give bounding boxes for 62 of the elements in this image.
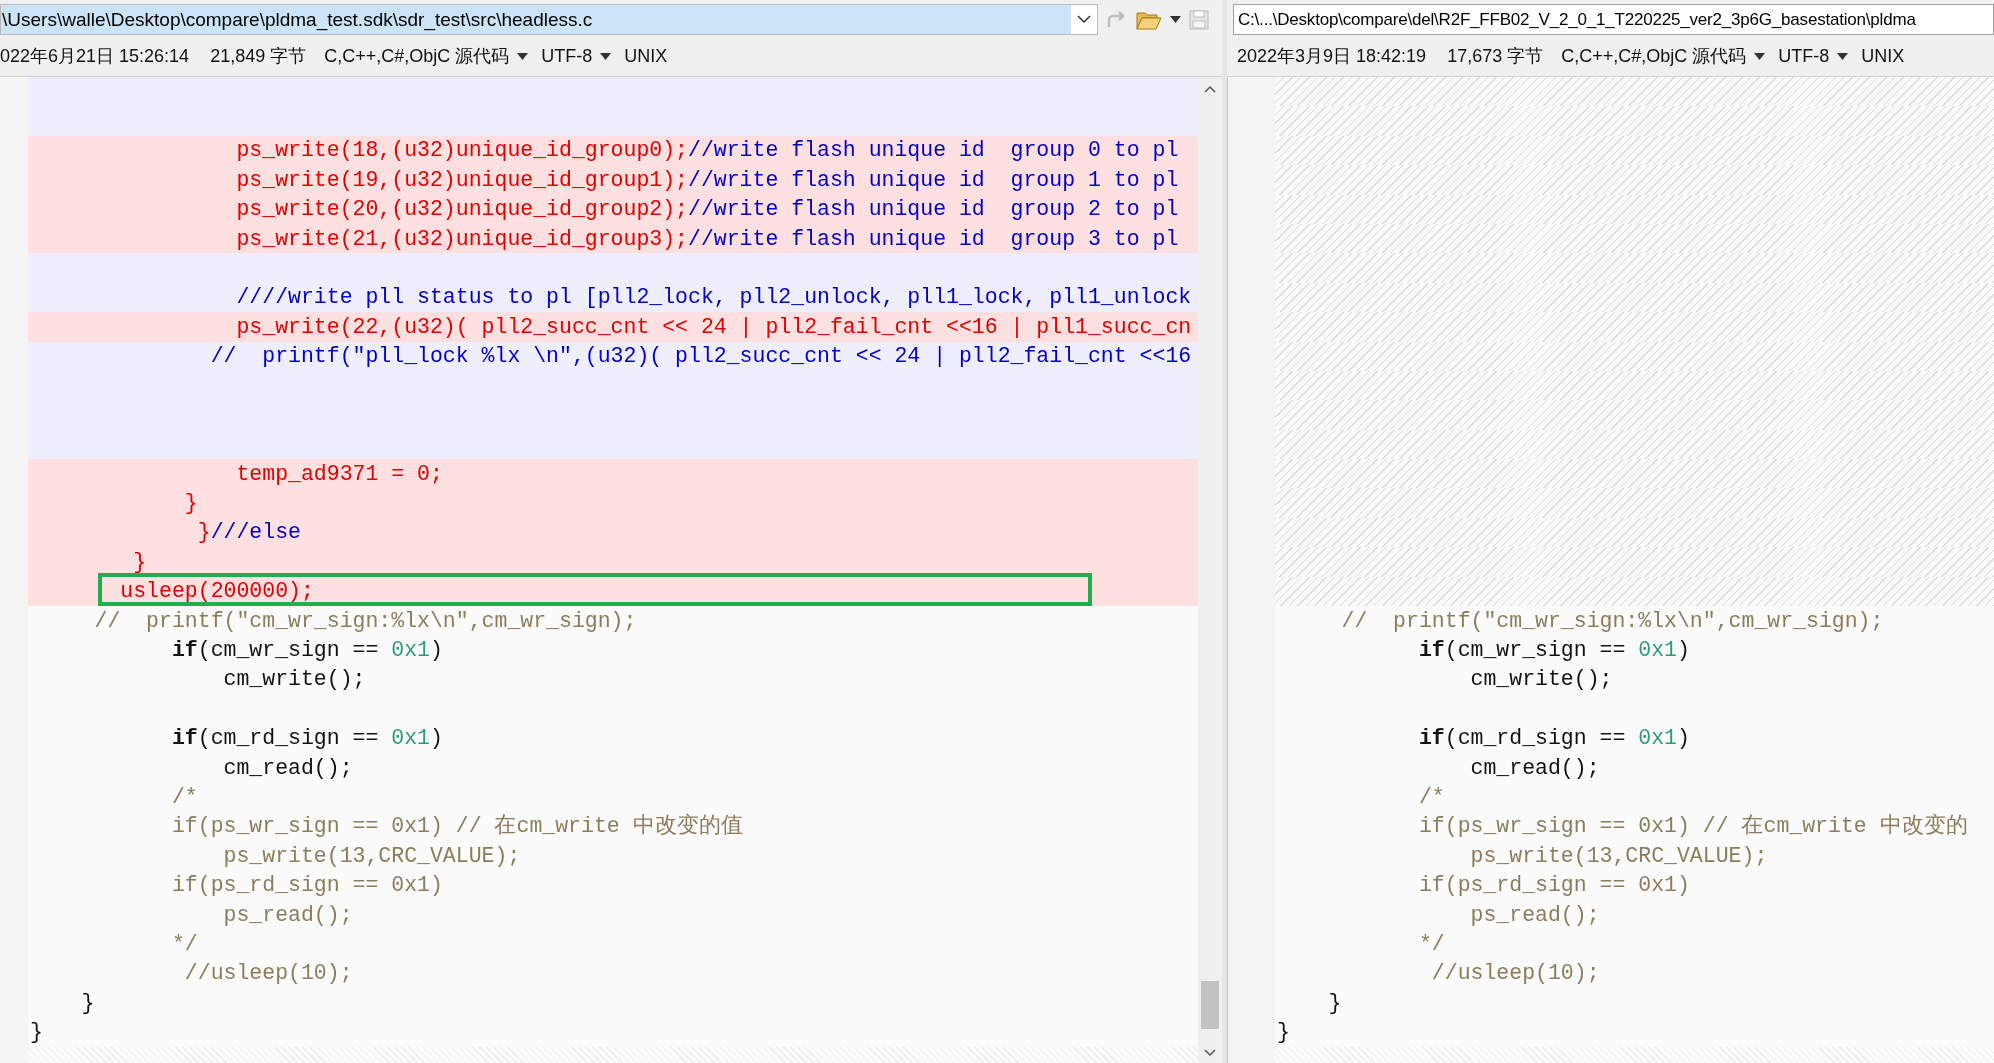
- file-size: 17,673 字节: [1447, 44, 1544, 68]
- code-text: temp_ad9371 = 0;: [235, 460, 443, 488]
- code-text: usleep(200000);: [119, 578, 314, 606]
- code-text: if(cm_rd_sign == 0x1): [1417, 725, 1690, 753]
- code-text: /*: [1417, 783, 1445, 811]
- code-text: }///else: [196, 519, 301, 547]
- code-text: }: [132, 548, 147, 576]
- code-text: if(cm_wr_sign == 0x1): [170, 637, 443, 664]
- modified-date: 2022年3月9日 18:42:19: [1237, 44, 1427, 68]
- code-text: /*: [170, 783, 198, 811]
- chevron-up-icon[interactable]: [1204, 85, 1216, 93]
- code-text: ps_write(20,(u32)unique_id_group2);//write flash unique id group 2 to pl: [235, 196, 1179, 224]
- path-field[interactable]: \Users\walle\Desktop\compare\pldma_test.sdk\sdr_test\src\headless.c: [0, 4, 1098, 35]
- caret-icon: [1837, 52, 1849, 60]
- code-text: if(ps_wr_sign == 0x1) // 在cm_write 中改变的值: [170, 812, 743, 841]
- dropdown[interactable]: C,C++,C#,ObjC 源代码: [324, 42, 529, 70]
- code-text: //usleep(10);: [183, 960, 353, 988]
- code-text: ps_write(13,CRC_VALUE);: [1469, 842, 1768, 870]
- code-text: */: [170, 930, 198, 958]
- code-text: ps_write(18,(u32)unique_id_group0);//write flash unique id group 0 to pl: [235, 137, 1179, 165]
- code-text: // printf("pll_lock %lx \n",(u32)( pll2_succ_cnt << 24 | pll2_fail_cnt <<16: [209, 343, 1192, 371]
- dropdown[interactable]: UTF-8: [541, 42, 612, 70]
- code-text: ps_write(13,CRC_VALUE);: [222, 842, 521, 870]
- path-field[interactable]: C:\...\Desktop\compare\del\R2F_FFB02_V_2_0_1_T220225_ver2_3p6G_basestation\pldma: [1233, 4, 1994, 35]
- code-text: if(cm_rd_sign == 0x1): [170, 725, 443, 753]
- code-text: if(ps_wr_sign == 0x1) // 在cm_write 中改变的: [1417, 812, 1968, 841]
- code-text: cm_read();: [1469, 754, 1600, 782]
- code-text: }: [30, 1019, 43, 1047]
- code-text: //usleep(10);: [1430, 960, 1600, 988]
- dropdown[interactable]: UTF-8: [1778, 42, 1849, 70]
- code-text: cm_write();: [1469, 666, 1613, 694]
- code-text: // printf("cm_wr_sign:%lx\n",cm_wr_sign);: [1340, 607, 1884, 635]
- scroll-thumb[interactable]: [1201, 981, 1219, 1029]
- caret-icon: [1754, 52, 1766, 60]
- file-size: 21,849 字节: [210, 44, 307, 68]
- code-text: if(ps_rd_sign == 0x1): [170, 872, 443, 900]
- chevron-down-icon[interactable]: [1204, 1049, 1216, 1057]
- code-text: cm_write();: [222, 666, 366, 694]
- code-text: }: [1277, 1019, 1290, 1047]
- dropdown[interactable]: C,C++,C#,ObjC 源代码: [1561, 42, 1766, 70]
- code-text: ps_write(19,(u32)unique_id_group1);//write flash unique id group 1 to pl: [235, 166, 1179, 194]
- caret-icon: [1170, 16, 1181, 23]
- code-text: ps_write(22,(u32)( pll2_succ_cnt << 24 | pll2_fail_cnt <<16 | pll1_succ_cn: [235, 313, 1192, 341]
- chevron-down-icon[interactable]: [1077, 15, 1091, 24]
- code-text: cm_read();: [222, 754, 353, 782]
- code-text: if(ps_rd_sign == 0x1): [1417, 872, 1690, 900]
- code-text: // printf("cm_wr_sign:%lx\n",cm_wr_sign);: [93, 607, 637, 635]
- code-text: ps_write(21,(u32)unique_id_group3);//write flash unique id group 3 to pl: [235, 225, 1179, 253]
- save-icon[interactable]: [1189, 9, 1209, 30]
- code-text: }: [1327, 989, 1342, 1017]
- code-text: if(cm_wr_sign == 0x1): [1417, 637, 1690, 664]
- code-text: */: [1417, 930, 1445, 958]
- code-text: }: [80, 989, 95, 1017]
- caret-icon: [517, 52, 529, 60]
- code-text: }: [183, 490, 198, 518]
- line-ending[interactable]: UNIX: [624, 42, 668, 70]
- line-ending[interactable]: UNIX: [1861, 42, 1905, 70]
- code-text: ps_read();: [222, 901, 353, 929]
- caret-icon: [600, 52, 612, 60]
- code-text: ////write pll status to pl [pll2_lock, pll2_unlock, pll1_lock, pll1_unlock: [235, 284, 1192, 312]
- modified-date: 022年6月21日 15:26:14: [0, 44, 190, 68]
- code-text: ps_read();: [1469, 901, 1600, 929]
